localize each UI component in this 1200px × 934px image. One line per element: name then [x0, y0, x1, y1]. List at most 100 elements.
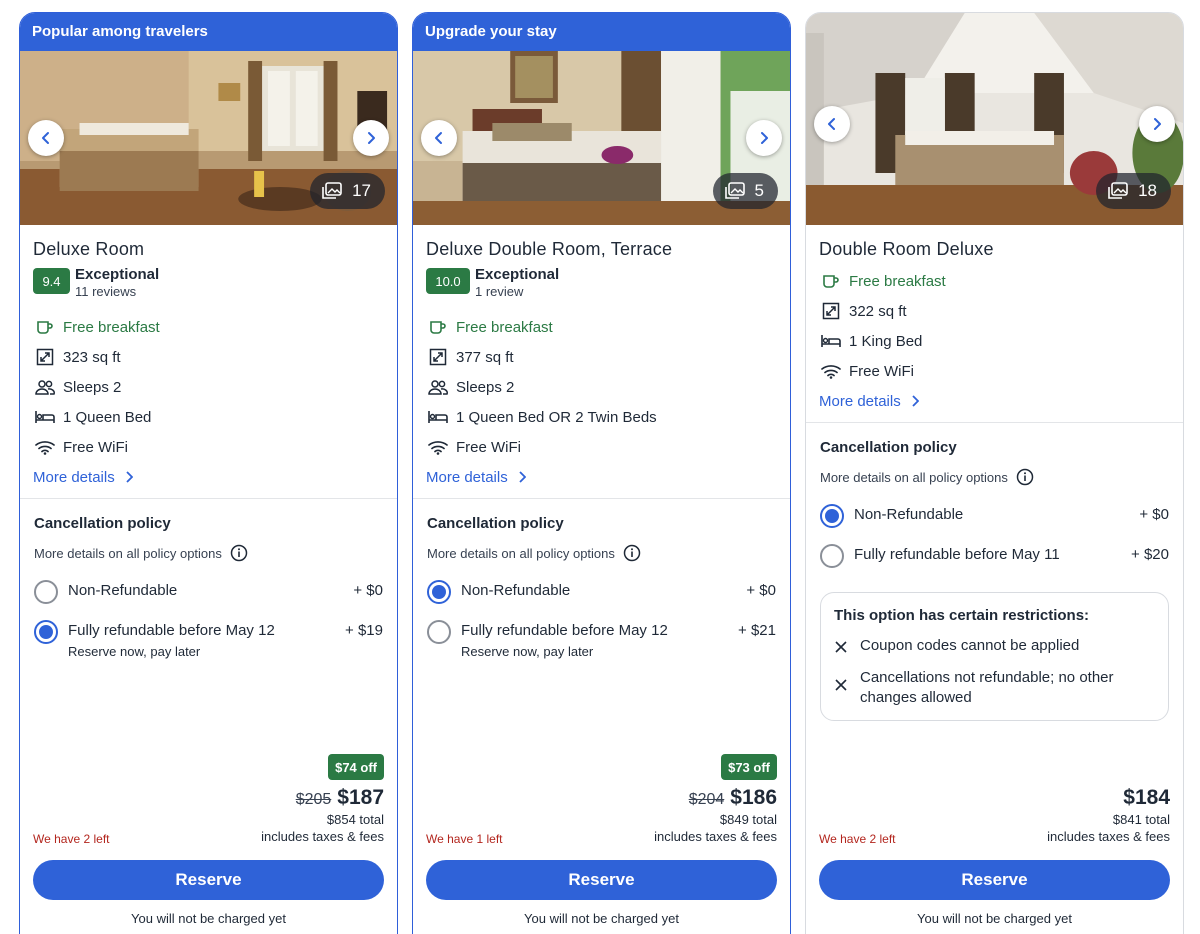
chevron-right-icon	[519, 471, 526, 483]
photo-count-badge[interactable]: 17	[310, 173, 385, 209]
discount-badge: $73 off	[721, 754, 777, 780]
price-line: $184	[1123, 786, 1170, 810]
cancellation-title: Cancellation policy	[34, 515, 171, 532]
cancellation-policy: Cancellation policy More details on all …	[20, 515, 397, 659]
policy-option-refundable[interactable]: Fully refundable before May 11 + $20	[820, 544, 1169, 568]
chevron-right-icon	[761, 132, 768, 144]
more-details-label: More details	[33, 468, 115, 486]
amenity-text: 377 sq ft	[456, 348, 514, 366]
amenity-item: Sleeps 2	[426, 372, 777, 402]
option-price: + $20	[1131, 546, 1169, 563]
amenity-text: Free WiFi	[63, 438, 128, 456]
current-price: $187	[337, 786, 384, 809]
room-photo[interactable]: 5	[413, 51, 790, 225]
option-price: + $21	[738, 622, 776, 639]
amenity-item: Free WiFi	[426, 432, 777, 462]
close-icon	[835, 641, 847, 653]
amenity-text: 1 Queen Bed OR 2 Twin Beds	[456, 408, 657, 426]
no-charge-note: You will not be charged yet	[917, 911, 1072, 926]
radio-button[interactable]	[427, 620, 451, 644]
reserve-button[interactable]: Reserve	[426, 860, 777, 900]
cancellation-policy: Cancellation policy More details on all …	[806, 439, 1183, 721]
amenity-text: Free WiFi	[849, 362, 914, 380]
amenity-text: Free breakfast	[456, 318, 553, 336]
next-photo-button[interactable]	[746, 120, 782, 156]
previous-photo-button[interactable]	[814, 106, 850, 142]
previous-photo-button[interactable]	[421, 120, 457, 156]
gallery-icon	[1108, 182, 1128, 199]
amenity-item: 1 King Bed	[819, 326, 1170, 356]
option-label: Fully refundable before May 12	[461, 622, 668, 639]
reserve-button[interactable]: Reserve	[819, 860, 1170, 900]
radio-button[interactable]	[34, 620, 58, 644]
option-price: + $0	[1139, 506, 1169, 523]
discount-badge: $74 off	[328, 754, 384, 780]
room-title: Double Room Deluxe	[819, 239, 994, 259]
previous-photo-button[interactable]	[28, 120, 64, 156]
amenity-item: Free WiFi	[819, 356, 1170, 386]
amenity-item: 323 sq ft	[33, 342, 384, 372]
radio-button[interactable]	[820, 544, 844, 568]
amenity-list: Free breakfast 323 sq ft Sleeps 2 1 Quee…	[33, 312, 384, 462]
amenity-item: Sleeps 2	[33, 372, 384, 402]
chevron-left-icon	[435, 132, 442, 144]
option-label: Non-Refundable	[854, 506, 964, 523]
policy-details-note[interactable]: More details on all policy options	[427, 544, 776, 562]
info-icon	[1016, 468, 1034, 486]
policy-details-note[interactable]: More details on all policy options	[34, 544, 383, 562]
section-divider	[806, 422, 1183, 423]
room-card-double-room-deluxe: 18 Double Room Deluxe Free breakfast 322…	[805, 12, 1184, 934]
gallery-icon	[322, 182, 342, 199]
policy-option-nonrefundable[interactable]: Non-Refundable + $0	[427, 580, 776, 604]
photo-count: 17	[352, 181, 371, 200]
coffee-cup-icon	[33, 317, 57, 337]
price-line: $204 $186	[689, 786, 777, 810]
room-photo[interactable]: 17	[20, 51, 397, 225]
room-photo[interactable]: 18	[806, 13, 1183, 225]
amenity-item: Free breakfast	[819, 266, 1170, 296]
area-expand-icon	[33, 347, 57, 367]
guest-rating: 9.4 Exceptional 11 reviews	[33, 266, 384, 300]
amenity-text: 1 King Bed	[849, 332, 923, 350]
more-details-link[interactable]: More details	[33, 466, 384, 488]
more-details-link[interactable]: More details	[819, 390, 1170, 412]
taxes-note: includes taxes & fees	[654, 829, 777, 844]
radio-button[interactable]	[427, 580, 451, 604]
policy-option-refundable[interactable]: Fully refundable before May 12 Reserve n…	[34, 620, 383, 659]
current-price: $184	[1123, 786, 1170, 809]
next-photo-button[interactable]	[353, 120, 389, 156]
rating-label: Exceptional	[475, 266, 560, 283]
reserve-button[interactable]: Reserve	[33, 860, 384, 900]
policy-details-note[interactable]: More details on all policy options	[820, 468, 1169, 486]
photo-count-badge[interactable]: 5	[712, 173, 778, 209]
photo-count-badge[interactable]: 18	[1096, 173, 1171, 209]
option-price: + $0	[746, 582, 776, 599]
radio-button[interactable]	[34, 580, 58, 604]
wifi-icon	[819, 361, 843, 381]
next-photo-button[interactable]	[1139, 106, 1175, 142]
more-details-link[interactable]: More details	[426, 466, 777, 488]
no-charge-note: You will not be charged yet	[524, 911, 679, 926]
amenity-item: 1 Queen Bed	[33, 402, 384, 432]
policy-option-nonrefundable[interactable]: Non-Refundable + $0	[820, 504, 1169, 528]
price-line: $205 $187	[296, 786, 384, 810]
option-label: Non-Refundable	[68, 582, 178, 599]
policy-option-nonrefundable[interactable]: Non-Refundable + $0	[34, 580, 383, 604]
policy-details-text: More details on all policy options	[427, 545, 615, 561]
amenity-text: Free WiFi	[456, 438, 521, 456]
amenity-text: 323 sq ft	[63, 348, 121, 366]
taxes-note: includes taxes & fees	[261, 829, 384, 844]
area-expand-icon	[819, 301, 843, 321]
amenity-text: Sleeps 2	[456, 378, 515, 396]
radio-button[interactable]	[820, 504, 844, 528]
policy-option-refundable[interactable]: Fully refundable before May 12 Reserve n…	[427, 620, 776, 659]
restrictions-title: This option has certain restrictions:	[834, 607, 1090, 624]
section-divider	[20, 498, 397, 499]
close-icon	[835, 679, 847, 691]
availability-warning: We have 2 left	[819, 832, 896, 846]
bed-icon	[33, 407, 57, 427]
amenity-item: Free breakfast	[33, 312, 384, 342]
amenity-item: 322 sq ft	[819, 296, 1170, 326]
info-icon	[623, 544, 641, 562]
guest-rating: 10.0 Exceptional 1 review	[426, 266, 777, 300]
